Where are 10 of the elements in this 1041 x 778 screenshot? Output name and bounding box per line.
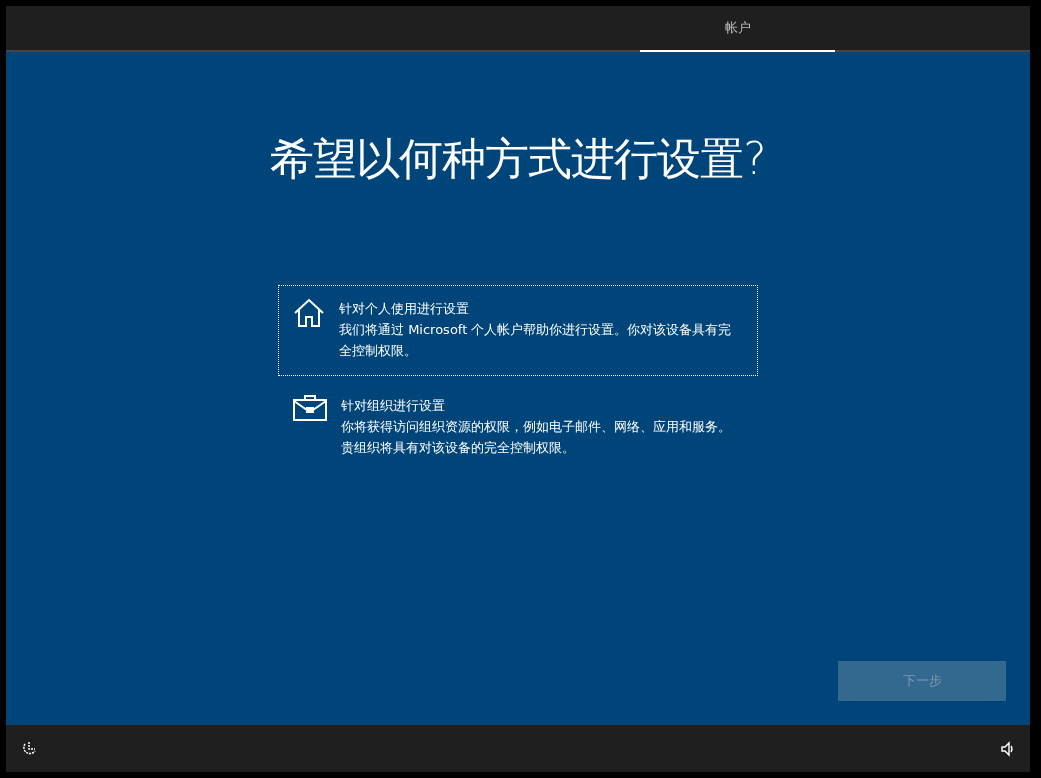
option-title: 针对个人使用进行设置: [339, 300, 470, 318]
briefcase-icon: [293, 395, 327, 421]
home-icon: [293, 298, 325, 328]
setup-option[interactable]: 针对组织进行设置 你将获得访问组织资源的权限，例如电子邮件、网络、应用和服务。贵组织将具有对该设备的完全控制权限。: [278, 382, 758, 473]
speaker-icon[interactable]: [1000, 740, 1016, 757]
option-description: 我们将通过 Microsoft 个人帐户帮助你进行设置。你对该设备具有完全控制权限。: [339, 321, 733, 360]
option-title: 针对组织进行设置: [341, 397, 446, 415]
page-heading: 希望以何种方式进行设置?: [270, 132, 766, 186]
setup-option[interactable]: 针对个人使用进行设置 我们将通过 Microsoft 个人帐户帮助你进行设置。你对该设备具有完全控制权限。: [278, 285, 758, 376]
option-description: 你将获得访问组织资源的权限，例如电子邮件、网络、应用和服务。贵组织将具有对该设备的完全控制权限。: [341, 418, 732, 457]
